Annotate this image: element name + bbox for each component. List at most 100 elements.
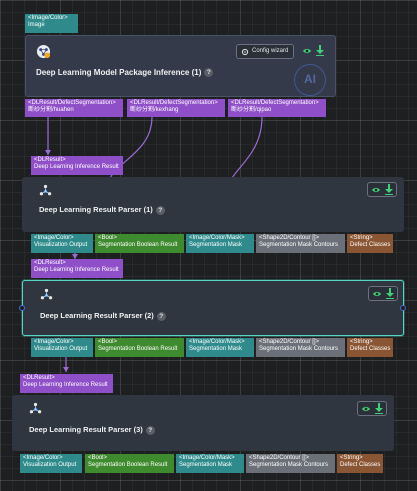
port-type: <DLResult> <box>23 375 55 381</box>
parser3-output-mask[interactable]: <Image/Color/Mask> Segmentation Mask <box>176 454 244 473</box>
eye-icon[interactable] <box>371 186 381 194</box>
parser1-output-contours[interactable]: <Shape2D/Contour []> Segmentation Mask C… <box>256 234 345 253</box>
parser2-output-contours[interactable]: <Shape2D/Contour []> Segmentation Mask C… <box>256 338 345 357</box>
wire-qipao-to-parser3 <box>231 116 263 179</box>
port-label: Visualization Output <box>34 346 88 352</box>
config-wizard-label: Config wizard <box>252 48 289 54</box>
parser2-output-defect-classes[interactable]: <String> Defect Classes <box>347 338 393 357</box>
port-type: <DLResult/DefectSegmentation> <box>28 100 116 106</box>
port-type: <Shape2D/Contour []> <box>259 235 320 241</box>
node-title-text: Deep Learning Result Parser (2) <box>40 311 154 320</box>
node-parser-1[interactable]: Deep Learning Result Parser (1)? <box>22 177 404 232</box>
config-wizard-button[interactable]: Config wizard <box>236 44 294 59</box>
port-label: Visualization Output <box>34 242 88 248</box>
port-label: 断纱分割/huahen <box>28 107 74 113</box>
help-icon[interactable]: ? <box>155 205 165 215</box>
port-type: <Bool> <box>88 455 108 461</box>
node-title-text: Deep Learning Result Parser (3) <box>29 425 143 434</box>
node-parser-3[interactable]: Deep Learning Result Parser (3)? <box>12 395 394 451</box>
port-label: Segmentation Mask <box>179 462 233 468</box>
parser3-output-contours[interactable]: <Shape2D/Contour []> Segmentation Mask C… <box>246 454 335 473</box>
model-output-port-qipao[interactable]: <DLResult/DefectSegmentation> 断纱分割/qipao <box>228 99 326 117</box>
port-label: Segmentation Boolean Result <box>98 346 178 352</box>
parser1-input-port[interactable]: <DLResult> Deep Learning Inference Resul… <box>31 156 123 175</box>
port-type: <Image/Color> <box>23 455 63 461</box>
node-model-package-inference[interactable]: Config wizard Deep Learning Model Packag… <box>25 35 336 97</box>
node-title-text: Deep Learning Model Package Inference (1… <box>36 68 202 77</box>
port-type: <Shape2D/Contour []> <box>249 455 310 461</box>
port-type: <Image/Color/Mask> <box>179 455 235 461</box>
port-label: Segmentation Mask Contours <box>259 242 339 248</box>
node-actions <box>299 44 329 59</box>
parser3-output-bool[interactable]: <Bool> Segmentation Boolean Result <box>85 454 174 473</box>
port-type: <Image/Color> <box>28 15 68 21</box>
parser2-output-visualization[interactable]: <Image/Color> Visualization Output <box>31 338 93 357</box>
model-input-port-image[interactable]: <Image/Color> Image <box>25 14 78 33</box>
node-title: Deep Learning Result Parser (2)? <box>40 311 166 321</box>
eye-icon[interactable] <box>302 47 312 55</box>
parser1-output-visualization[interactable]: <Image/Color> Visualization Output <box>31 234 93 253</box>
port-type: <DLResult/DefectSegmentation> <box>130 100 218 106</box>
port-label: Segmentation Boolean Result <box>88 462 168 468</box>
wire-arrow-3 <box>63 367 69 372</box>
neural-network-icon <box>39 184 52 196</box>
wire-arrow-1 <box>45 150 51 155</box>
port-label: Deep Learning Inference Result <box>34 267 119 273</box>
ai-badge-icon: AI <box>294 64 326 96</box>
node-title: Deep Learning Result Parser (3)? <box>29 425 155 435</box>
port-label: Defect Classes <box>350 242 391 248</box>
model-output-port-huahen[interactable]: <DLResult/DefectSegmentation> 断纱分割/huahe… <box>25 99 123 117</box>
parser3-input-port[interactable]: <DLResult> Deep Learning Inference Resul… <box>20 374 113 393</box>
parser1-output-bool[interactable]: <Bool> Segmentation Boolean Result <box>95 234 184 253</box>
port-label: 断纱分割/kexhang <box>130 107 179 113</box>
port-label: 断纱分割/qipao <box>231 107 272 113</box>
node-parser-2[interactable]: Deep Learning Result Parser (2)? <box>22 280 404 336</box>
port-type: <Bool> <box>98 339 118 345</box>
neural-network-icon <box>36 44 51 59</box>
port-type: <String> <box>350 235 373 241</box>
model-output-port-kexhang[interactable]: <DLResult/DefectSegmentation> 断纱分割/kexha… <box>127 99 225 117</box>
port-type: <Image/Color> <box>34 339 74 345</box>
neural-network-icon <box>40 288 53 300</box>
port-type: <String> <box>350 339 373 345</box>
node-actions <box>368 286 398 301</box>
gear-icon <box>241 48 249 56</box>
download-arrow-icon[interactable] <box>385 184 393 195</box>
parser1-output-mask[interactable]: <Image/Color/Mask> Segmentation Mask <box>186 234 254 253</box>
selection-handle-right[interactable] <box>400 305 406 311</box>
parser3-output-defect-classes[interactable]: <String> Defect Classes <box>337 454 383 473</box>
port-label: Deep Learning Inference Result <box>23 382 108 388</box>
node-title-text: Deep Learning Result Parser (1) <box>39 205 153 214</box>
node-actions <box>357 401 387 416</box>
port-label: Segmentation Mask Contours <box>249 462 329 468</box>
port-label: Segmentation Mask <box>189 346 243 352</box>
download-arrow-icon[interactable] <box>375 403 383 414</box>
node-actions <box>367 182 397 197</box>
download-arrow-icon[interactable] <box>316 45 324 56</box>
port-type: <DLResult> <box>34 260 66 266</box>
eye-icon[interactable] <box>372 290 382 298</box>
ai-badge-text: AI <box>304 72 316 86</box>
selection-handle-left[interactable] <box>19 305 25 311</box>
port-label: Defect Classes <box>350 346 391 352</box>
help-icon[interactable]: ? <box>156 311 166 321</box>
port-type: <DLResult> <box>34 157 66 163</box>
port-type: <String> <box>340 455 363 461</box>
help-icon[interactable]: ? <box>204 68 214 78</box>
node-title: Deep Learning Result Parser (1)? <box>39 205 165 215</box>
port-label: Segmentation Mask Contours <box>259 346 339 352</box>
port-type: <Image/Color> <box>34 235 74 241</box>
help-icon[interactable]: ? <box>145 425 155 435</box>
port-type: <Image/Color/Mask> <box>189 235 245 241</box>
port-type: <Bool> <box>98 235 118 241</box>
parser1-output-defect-classes[interactable]: <String> Defect Classes <box>347 234 393 253</box>
parser2-output-bool[interactable]: <Bool> Segmentation Boolean Result <box>95 338 184 357</box>
port-type: <Image/Color/Mask> <box>189 339 245 345</box>
parser2-output-mask[interactable]: <Image/Color/Mask> Segmentation Mask <box>186 338 254 357</box>
eye-icon[interactable] <box>361 405 371 413</box>
download-arrow-icon[interactable] <box>386 288 394 299</box>
port-label: Visualization Output <box>23 462 77 468</box>
parser2-input-port[interactable]: <DLResult> Deep Learning Inference Resul… <box>31 259 123 278</box>
port-label: Segmentation Mask <box>189 242 243 248</box>
parser3-output-visualization[interactable]: <Image/Color> Visualization Output <box>20 454 82 473</box>
